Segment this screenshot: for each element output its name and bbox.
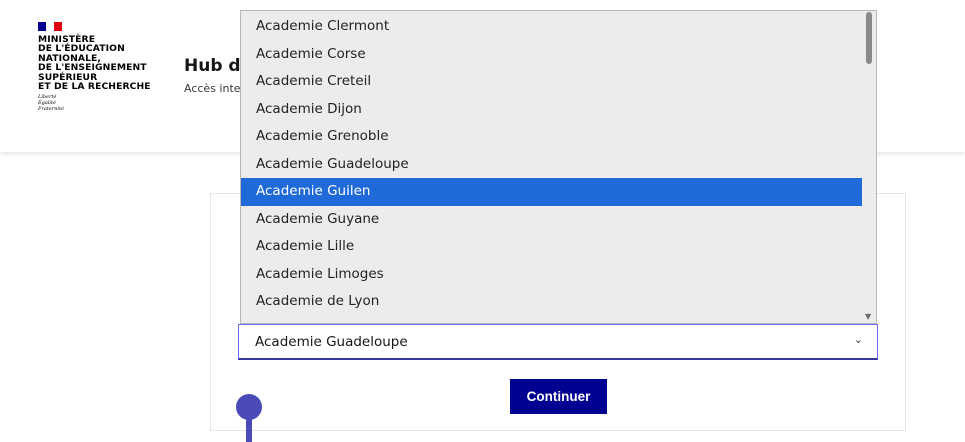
- continue-button[interactable]: Continuer: [510, 379, 607, 414]
- dropdown-option[interactable]: Academie Guyane: [241, 206, 863, 234]
- dropdown-option[interactable]: Academie Corse: [241, 41, 863, 69]
- dropdown-option[interactable]: Academie Limoges: [241, 261, 863, 289]
- dropdown-option[interactable]: Academie Clermont: [241, 13, 863, 41]
- scroll-down-arrow-icon[interactable]: ▼: [865, 313, 871, 321]
- dropdown-option[interactable]: Academie Lille: [241, 233, 863, 261]
- ministry-logo[interactable]: Ministère de l'Éducation nationale, de l…: [38, 22, 168, 112]
- academy-dropdown-list[interactable]: Academie Clermont Academie Corse Academie …: [240, 10, 877, 324]
- dropdown-option[interactable]: Academie de Marseille: [241, 316, 863, 324]
- dropdown-option[interactable]: Academie Guilen: [241, 178, 863, 206]
- dropdown-option[interactable]: Academie Creteil: [241, 68, 863, 96]
- dropdown-scrollbar[interactable]: ▼: [862, 11, 876, 323]
- republic-flag-icon: [38, 22, 62, 31]
- ministry-line: et de la Recherche: [38, 81, 151, 93]
- scrollbar-thumb[interactable]: [866, 12, 872, 64]
- dropdown-option[interactable]: Academie Grenoble: [241, 123, 863, 151]
- dropdown-option[interactable]: Academie de Lyon: [241, 288, 863, 316]
- dropdown-option[interactable]: Academie Dijon: [241, 96, 863, 124]
- chevron-down-icon: ⌄: [853, 333, 863, 346]
- cursor-marker-stem: [246, 418, 252, 442]
- site-tagline: Accès inte: [184, 82, 241, 95]
- select-value: Academie Guadeloupe: [255, 334, 408, 350]
- dropdown-option[interactable]: Academie Guadeloupe: [241, 151, 863, 179]
- cursor-marker-icon: [236, 394, 262, 420]
- republic-motto: Liberté Égalité Fraternité: [38, 94, 64, 113]
- academy-select[interactable]: Academie Guadeloupe ⌄: [238, 324, 878, 360]
